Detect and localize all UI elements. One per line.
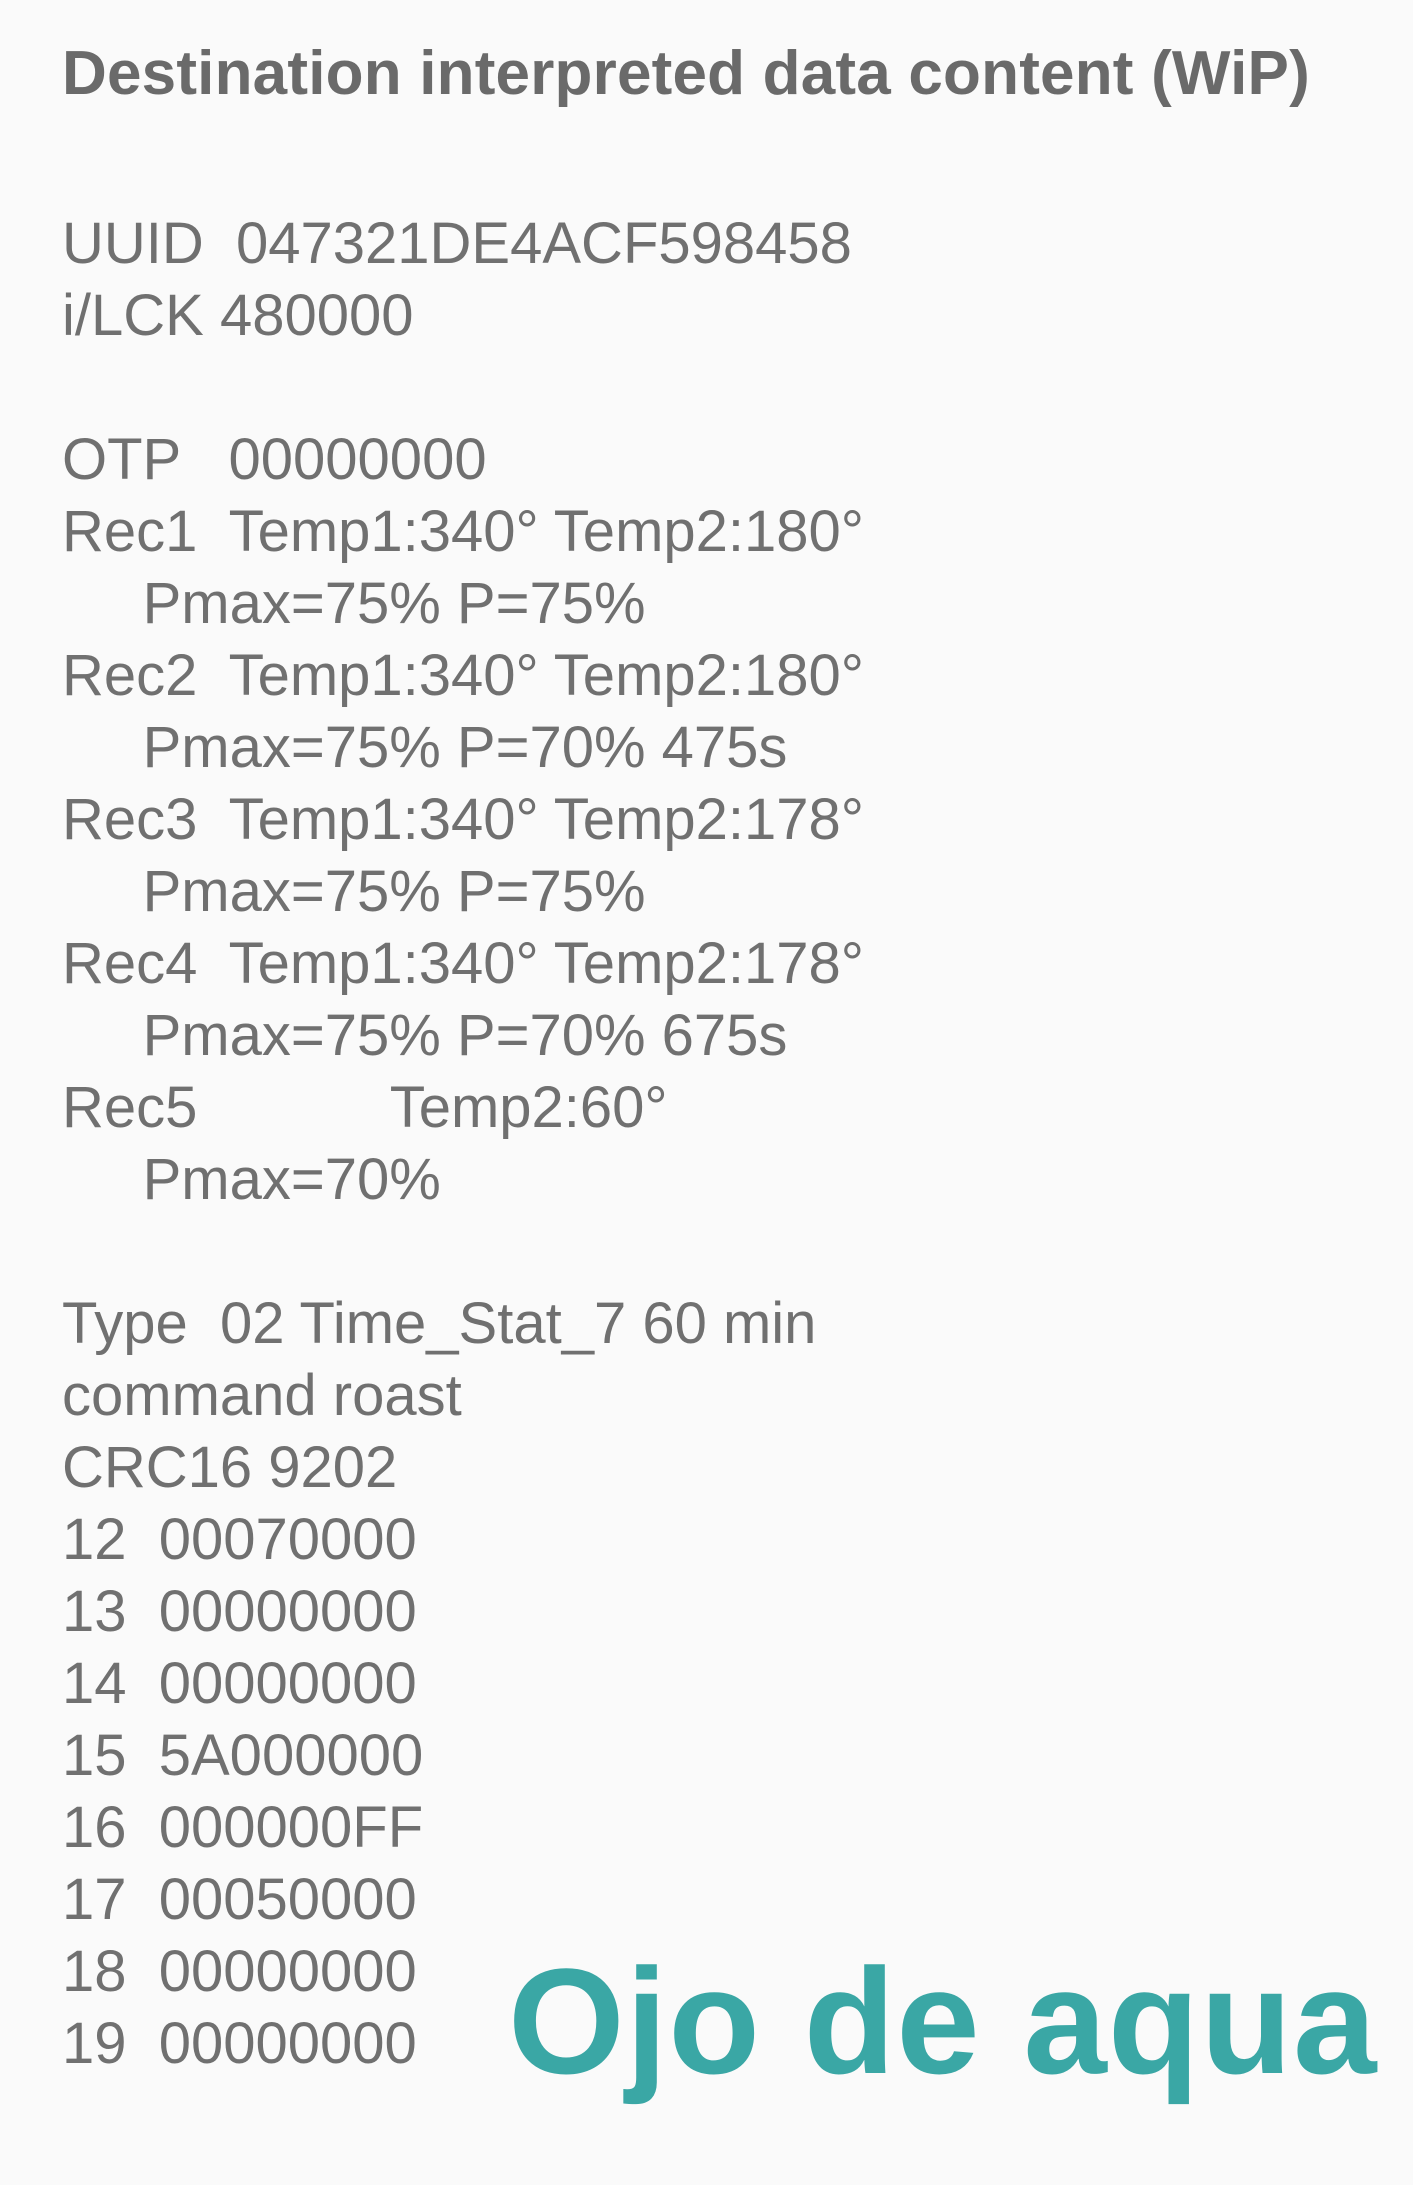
command-line: command roast [62, 1363, 462, 1428]
crc-line: CRC16 9202 [62, 1435, 398, 1500]
otp-line: OTP 00000000 [62, 427, 487, 492]
lock-line: i/LCK 480000 [62, 283, 414, 348]
register-line: 16 000000FF [62, 1795, 424, 1860]
rec3-power-line: Pmax=75% P=75% [62, 859, 646, 924]
rec3-line: Rec3 Temp1:340° Temp2:178° [62, 787, 864, 852]
register-line: 18 00000000 [62, 1939, 417, 2004]
type-line: Type 02 Time_Stat_7 60 min [62, 1291, 817, 1356]
rec4-line: Rec4 Temp1:340° Temp2:178° [62, 931, 864, 996]
rec1-power-line: Pmax=75% P=75% [62, 571, 646, 636]
rec5-line: Rec5 Temp2:60° [62, 1075, 668, 1140]
rec2-power-line: Pmax=75% P=70% 475s [62, 715, 788, 780]
register-line: 14 00000000 [62, 1651, 417, 1716]
rec2-line: Rec2 Temp1:340° Temp2:180° [62, 643, 864, 708]
register-line: 15 5A000000 [62, 1723, 424, 1788]
page-title: Destination interpreted data content (Wi… [62, 39, 1310, 108]
uuid-line: UUID 047321DE4ACF598458 [62, 211, 852, 276]
rec4-power-line: Pmax=75% P=70% 675s [62, 1003, 788, 1068]
watermark-text: Ojo de aqua [508, 1937, 1378, 2105]
register-line: 17 00050000 [62, 1867, 417, 1932]
register-line: 13 00000000 [62, 1579, 417, 1644]
rec1-line: Rec1 Temp1:340° Temp2:180° [62, 499, 864, 564]
rec5-power-line: Pmax=70% [62, 1147, 441, 1212]
register-line: 12 00070000 [62, 1507, 417, 1572]
register-line: 19 00000000 [62, 2011, 417, 2076]
data-content-screen: Destination interpreted data content (Wi… [0, 0, 1413, 2185]
